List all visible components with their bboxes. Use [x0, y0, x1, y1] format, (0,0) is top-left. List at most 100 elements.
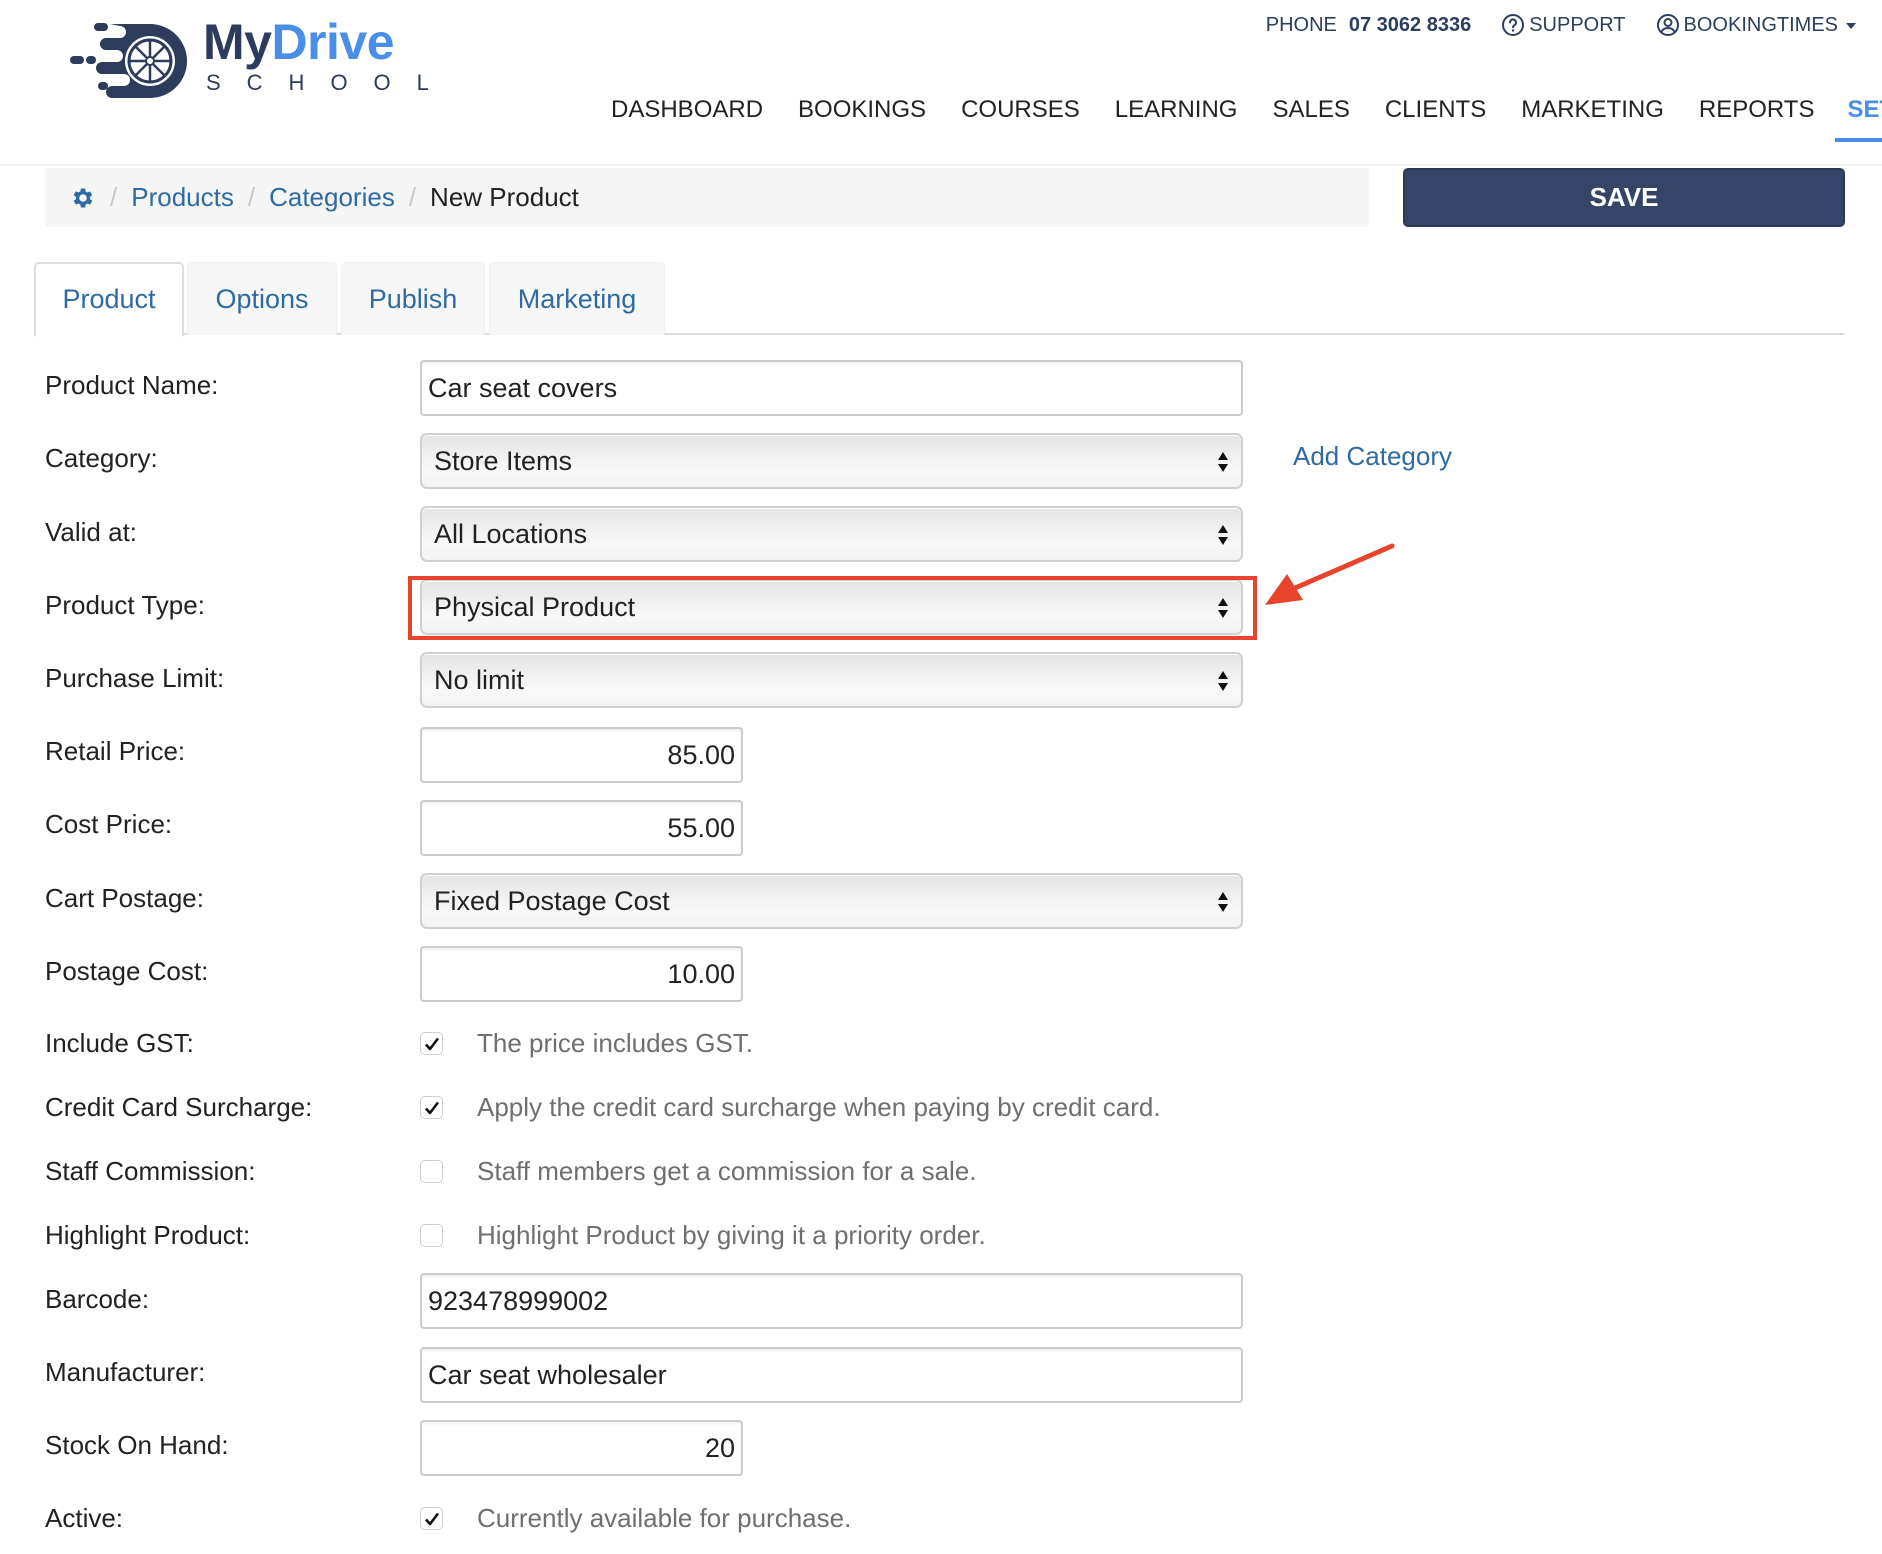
tab-product[interactable]: Product	[34, 262, 184, 337]
retail-price-value: 85.00	[667, 739, 735, 770]
valid-at-label: Valid at:	[45, 517, 138, 547]
select-arrows-icon	[1218, 892, 1228, 912]
select-arrows-icon	[1218, 598, 1228, 618]
breadcrumb: / Products / Categories / New Product	[45, 168, 1369, 227]
account-menu[interactable]: BOOKINGTIMES	[1656, 13, 1856, 37]
support-link[interactable]: SUPPORT	[1501, 13, 1626, 37]
save-button[interactable]: SAVE	[1403, 168, 1845, 227]
product-name-input[interactable]: Car seat covers	[420, 360, 1243, 416]
staff-commission-text: Staff members get a commission for a sal…	[477, 1156, 977, 1186]
highlight-product-text: Highlight Product by giving it a priorit…	[477, 1220, 986, 1250]
annotation-arrow-icon	[1265, 543, 1395, 605]
valid-at-value: All Locations	[434, 518, 588, 549]
select-arrows-icon	[1218, 525, 1228, 545]
cart-postage-value: Fixed Postage Cost	[434, 885, 670, 916]
stock-on-hand-input[interactable]: 20	[420, 1420, 743, 1476]
product-name-label: Product Name:	[45, 370, 219, 400]
breadcrumb-separator: /	[110, 182, 118, 212]
include-gst-label: Include GST:	[45, 1028, 194, 1058]
product-type-value: Physical Product	[434, 591, 636, 622]
breadcrumb-current: New Product	[430, 182, 579, 212]
phone: PHONE 07 3062 8336	[1266, 14, 1471, 37]
brand-name: MyDrive	[203, 14, 395, 70]
nav-learning[interactable]: LEARNING	[1115, 95, 1238, 125]
cart-postage-select[interactable]: Fixed Postage Cost	[420, 873, 1243, 929]
top-bar: PHONE 07 3062 8336 SUPPORT BOOKINGTIMES	[1266, 12, 1856, 38]
active-checkbox[interactable]	[420, 1507, 443, 1530]
brand-name-part1: My	[203, 14, 272, 70]
staff-commission-label: Staff Commission:	[45, 1156, 256, 1186]
highlight-product-row: Highlight Product by giving it a priorit…	[420, 1220, 986, 1251]
nav-dashboard[interactable]: DASHBOARD	[611, 95, 763, 125]
purchase-limit-value: No limit	[434, 664, 525, 695]
nav-sales[interactable]: SALES	[1272, 95, 1349, 125]
manufacturer-input[interactable]: Car seat wholesaler	[420, 1347, 1243, 1403]
cc-surcharge-row: Apply the credit card surcharge when pay…	[420, 1092, 1161, 1123]
user-circle-icon	[1656, 14, 1679, 36]
cc-surcharge-label: Credit Card Surcharge:	[45, 1092, 313, 1122]
cost-price-value: 55.00	[667, 812, 735, 843]
active-label: Active:	[45, 1503, 124, 1533]
gear-icon[interactable]	[70, 185, 96, 211]
brand-subtitle: SCHOOL	[206, 70, 455, 95]
select-arrows-icon	[1218, 671, 1228, 691]
purchase-limit-select[interactable]: No limit	[420, 652, 1243, 708]
nav-bookings[interactable]: BOOKINGS	[798, 95, 926, 125]
purchase-limit-label: Purchase Limit:	[45, 663, 225, 693]
nav-setup[interactable]: SETUP	[1835, 95, 1882, 142]
cost-price-input[interactable]: 55.00	[420, 800, 743, 856]
staff-commission-checkbox[interactable]	[420, 1160, 443, 1183]
tab-marketing[interactable]: Marketing	[489, 262, 665, 335]
category-select[interactable]: Store Items	[420, 433, 1243, 489]
active-text: Currently available for purchase.	[477, 1503, 852, 1533]
include-gst-checkbox[interactable]	[420, 1032, 443, 1055]
postage-cost-label: Postage Cost:	[45, 956, 209, 986]
tab-bar: Product Options Publish Marketing	[34, 262, 1845, 337]
product-type-label: Product Type:	[45, 590, 205, 620]
valid-at-select[interactable]: All Locations	[420, 506, 1243, 562]
barcode-input[interactable]: 923478999002	[420, 1273, 1243, 1329]
breadcrumb-products[interactable]: Products	[131, 182, 234, 213]
tab-options[interactable]: Options	[187, 262, 337, 335]
barcode-value: 923478999002	[428, 1285, 609, 1316]
tab-publish[interactable]: Publish	[341, 262, 485, 335]
header: MyDrive SCHOOL PHONE 07 3062 8336 SUPPOR…	[0, 0, 1882, 166]
checkmark-icon	[424, 1101, 439, 1114]
cc-surcharge-checkbox[interactable]	[420, 1096, 443, 1119]
category-value: Store Items	[434, 445, 573, 476]
manufacturer-label: Manufacturer:	[45, 1357, 206, 1387]
highlight-product-checkbox[interactable]	[420, 1224, 443, 1247]
postage-cost-value: 10.00	[667, 958, 735, 989]
highlight-product-label: Highlight Product:	[45, 1220, 251, 1250]
wheel-logo-icon	[70, 23, 187, 98]
retail-price-input[interactable]: 85.00	[420, 727, 743, 783]
active-row: Currently available for purchase.	[420, 1503, 851, 1534]
select-arrows-icon	[1218, 452, 1228, 472]
stock-on-hand-label: Stock On Hand:	[45, 1430, 229, 1460]
breadcrumb-separator: /	[408, 182, 417, 212]
support-label: SUPPORT	[1529, 13, 1626, 36]
nav-clients[interactable]: CLIENTS	[1385, 95, 1486, 125]
staff-commission-row: Staff members get a commission for a sal…	[420, 1156, 977, 1187]
breadcrumb-categories[interactable]: Categories	[269, 182, 395, 213]
stock-on-hand-value: 20	[704, 1432, 735, 1463]
phone-number: 07 3062 8336	[1348, 13, 1472, 36]
product-type-select[interactable]: Physical Product	[420, 579, 1243, 635]
cost-price-label: Cost Price:	[45, 809, 173, 839]
question-circle-icon	[1502, 14, 1525, 36]
breadcrumb-separator: /	[247, 182, 256, 212]
manufacturer-value: Car seat wholesaler	[428, 1359, 667, 1390]
retail-price-label: Retail Price:	[45, 736, 186, 766]
include-gst-text: The price includes GST.	[477, 1028, 754, 1058]
include-gst-row: The price includes GST.	[420, 1028, 753, 1059]
add-category-link[interactable]: Add Category	[1293, 441, 1452, 471]
checkmark-icon	[424, 1037, 439, 1050]
nav-courses[interactable]: COURSES	[961, 95, 1080, 125]
checkmark-icon	[424, 1512, 439, 1525]
cc-surcharge-text: Apply the credit card surcharge when pay…	[477, 1092, 1161, 1122]
logo[interactable]: MyDrive SCHOOL	[62, 14, 442, 98]
nav-marketing[interactable]: MARKETING	[1521, 95, 1664, 125]
phone-label: PHONE	[1265, 13, 1337, 36]
nav-reports[interactable]: REPORTS	[1699, 95, 1815, 125]
postage-cost-input[interactable]: 10.00	[420, 946, 743, 1002]
